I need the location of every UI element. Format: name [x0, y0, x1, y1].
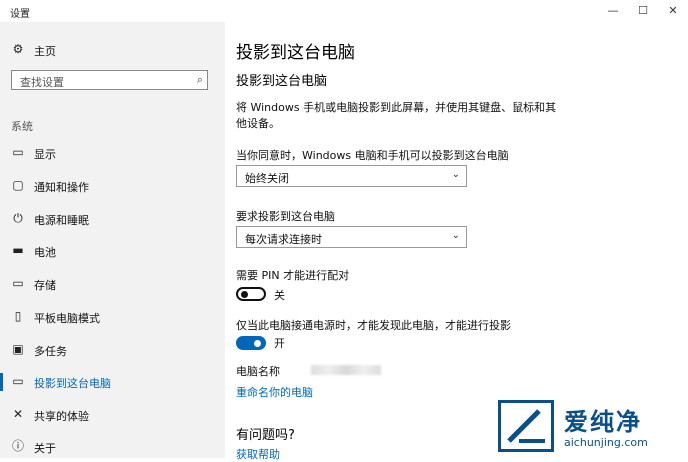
about-icon: ⓘ — [11, 439, 24, 453]
help-title: 有问题吗? — [236, 428, 295, 443]
search-input[interactable]: 查找设置 ⌕ — [11, 70, 208, 90]
chevron-down-icon: ⌄ — [451, 230, 460, 241]
sidebar-item-tablet-mode[interactable]: ▯ 平板电脑模式 — [0, 305, 225, 329]
sidebar-item-projecting[interactable]: ▭ 投影到这台电脑 — [0, 370, 225, 394]
sidebar-item-power[interactable]: ⏻ 电源和睡眠 — [0, 207, 225, 231]
sidebar-item-label: 主页 — [34, 45, 56, 58]
pc-name-value-blurred — [311, 365, 381, 375]
main-content: 投影到这台电脑 投影到这台电脑 将 Windows 手机或电脑投影到此屏幕，并使… — [225, 22, 688, 461]
watermark-logo-icon — [498, 400, 554, 452]
sidebar-item-shared-experiences[interactable]: ✕ 共享的体验 — [0, 403, 225, 427]
availability-value: 始终关闭 — [245, 172, 289, 185]
toggle-knob — [254, 340, 261, 347]
notification-icon: ▢ — [12, 178, 24, 192]
chevron-down-icon: ⌄ — [451, 169, 460, 180]
projecting-icon: ▭ — [12, 374, 24, 388]
pin-label: 需要 PIN 才能进行配对 — [236, 269, 350, 282]
search-icon[interactable]: ⌕ — [197, 73, 203, 87]
watermark-cn-text: 爱纯净 — [564, 408, 642, 436]
sidebar-item-label: 通知和操作 — [34, 181, 89, 194]
power-icon: ⏻ — [13, 211, 23, 225]
title-bar: 设置 — ☐ ✕ — [0, 0, 688, 22]
toggle-knob — [241, 291, 248, 298]
close-button[interactable]: ✕ — [658, 0, 688, 22]
sidebar-item-label: 平板电脑模式 — [34, 312, 100, 325]
sidebar-item-label: 电池 — [34, 246, 56, 259]
search-placeholder: 查找设置 — [20, 76, 64, 89]
availability-label: 当你同意时，Windows 电脑和手机可以投影到这台电脑 — [236, 149, 509, 162]
sidebar-item-multitasking[interactable]: ▣ 多任务 — [0, 338, 225, 362]
pin-toggle-state: 关 — [274, 289, 285, 302]
ask-dropdown[interactable]: 每次请求连接时 ⌄ — [236, 226, 467, 248]
pin-toggle[interactable] — [236, 287, 266, 301]
power-toggle-state: 开 — [274, 337, 285, 350]
sidebar-item-label: 关于 — [34, 442, 56, 455]
sidebar-item-label: 共享的体验 — [34, 410, 89, 423]
tablet-icon: ▯ — [14, 309, 22, 323]
sidebar-item-about[interactable]: ⓘ 关于 — [0, 435, 225, 459]
display-icon: ▭ — [12, 145, 24, 159]
sidebar: ⚙ 主页 查找设置 ⌕ 系统 ▭ 显示 ▢ 通知和操作 ⏻ 电源和睡眠 ▬ 电池… — [0, 22, 225, 458]
page-title: 投影到这台电脑 — [236, 43, 355, 63]
window-title: 设置 — [10, 9, 30, 20]
battery-icon: ▬ — [12, 243, 24, 257]
watermark-logo: 爱纯净 aichunjing.com — [498, 400, 684, 456]
power-toggle[interactable] — [236, 336, 266, 350]
group-label-system: 系统 — [11, 120, 33, 133]
sidebar-item-storage[interactable]: ▭ 存储 — [0, 272, 225, 296]
sidebar-item-display[interactable]: ▭ 显示 — [0, 141, 225, 165]
sidebar-item-battery[interactable]: ▬ 电池 — [0, 239, 225, 263]
multitask-icon: ▣ — [12, 342, 24, 356]
ask-label: 要求投影到这台电脑 — [236, 210, 335, 223]
shared-experiences-icon: ✕ — [12, 407, 24, 421]
minimize-button[interactable]: — — [598, 0, 628, 22]
sidebar-item-notifications[interactable]: ▢ 通知和操作 — [0, 174, 225, 198]
maximize-button[interactable]: ☐ — [628, 0, 658, 22]
rename-pc-link[interactable]: 重命名你的电脑 — [236, 384, 313, 400]
section-title: 投影到这台电脑 — [236, 74, 328, 89]
sidebar-item-label: 多任务 — [34, 345, 67, 358]
power-label: 仅当此电脑接通电源时，才能发现此电脑，才能进行投影 — [236, 319, 511, 332]
gear-icon: ⚙ — [12, 42, 24, 56]
get-help-link[interactable]: 获取帮助 — [236, 446, 280, 462]
watermark-en-text: aichunjing.com — [564, 436, 648, 449]
sidebar-item-home[interactable]: ⚙ 主页 — [0, 38, 225, 62]
ask-value: 每次请求连接时 — [245, 233, 322, 246]
storage-icon: ▭ — [12, 276, 24, 290]
sidebar-item-label: 存储 — [34, 279, 56, 292]
sidebar-item-label: 投影到这台电脑 — [34, 377, 111, 390]
availability-dropdown[interactable]: 始终关闭 ⌄ — [236, 165, 467, 187]
sidebar-item-label: 显示 — [34, 148, 56, 161]
sidebar-item-label: 电源和睡眠 — [34, 214, 89, 227]
description-text: 将 Windows 手机或电脑投影到此屏幕，并使用其键盘、鼠标和其他设备。 — [236, 101, 557, 130]
pc-name-label: 电脑名称 — [236, 365, 280, 378]
active-indicator — [0, 373, 3, 391]
